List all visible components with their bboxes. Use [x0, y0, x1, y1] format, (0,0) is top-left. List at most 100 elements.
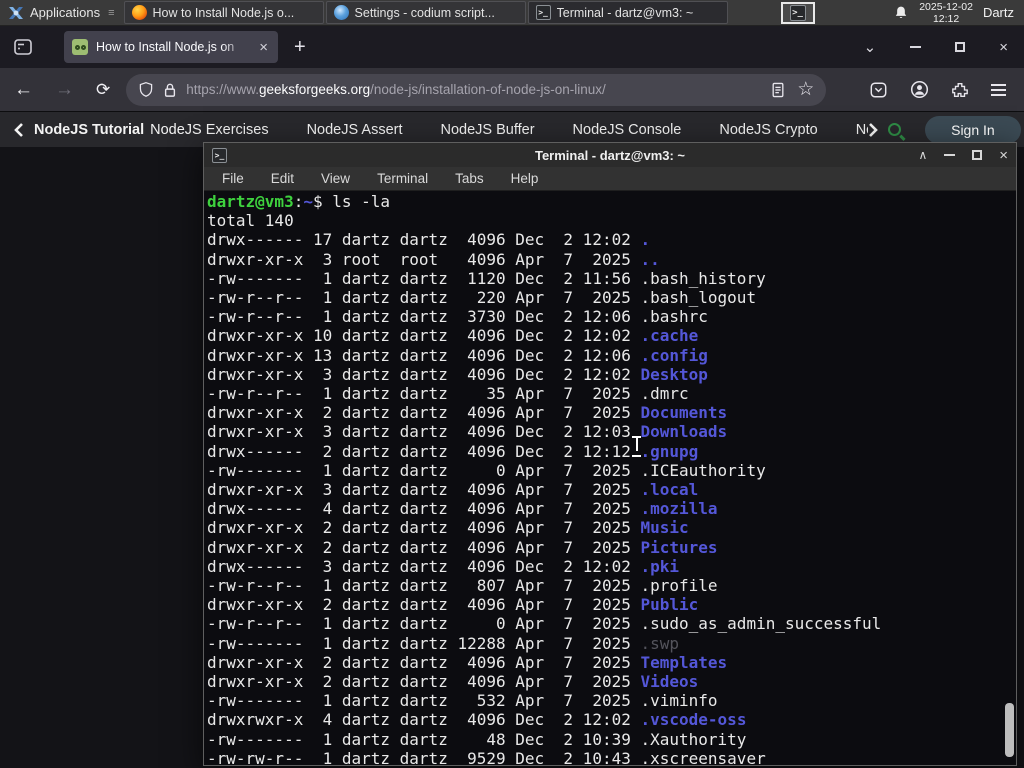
terminal-line: drwxr-xr-x 2 dartz dartz 4096 Apr 7 2025… [207, 652, 728, 672]
terminal-line: -rw-r--r-- 1 dartz dartz 0 Apr 7 2025 .s… [207, 614, 882, 634]
reader-mode-icon[interactable] [771, 82, 785, 98]
tab-close-button[interactable]: × [257, 39, 270, 56]
applications-menu-button[interactable]: Applications ≡ [0, 0, 123, 25]
nav-link[interactable]: NodeJS Assert [307, 122, 403, 138]
terminal-line: drwxr-xr-x 2 dartz dartz 4096 Apr 7 2025… [207, 518, 689, 538]
terminal-menu-item[interactable]: Tabs [455, 171, 484, 186]
terminal-scrollbar-thumb[interactable] [1005, 703, 1014, 757]
back-button[interactable]: ← [14, 79, 33, 101]
browser-nav-toolbar: ← → ⟳ https://www.geeksforgeeks.org/node… [0, 68, 1024, 112]
search-icon[interactable] [888, 123, 902, 136]
username-label: Dartz [982, 5, 1014, 20]
extensions-icon[interactable] [951, 81, 969, 99]
codium-icon [333, 5, 349, 20]
terminal-menu-item[interactable]: Edit [271, 171, 294, 186]
browser-tab-bar: How to Install Node.js on × + ⌄ × [0, 26, 1024, 68]
terminal-line: total 140 [207, 211, 294, 231]
user-menu[interactable]: Dartz [973, 0, 1024, 25]
nav-link[interactable]: NodeJS Buffer [441, 122, 535, 138]
taskbar-window-firefox[interactable]: How to Install Node.js o... [123, 1, 324, 24]
terminal-line: dartz@vm3:~$ ls -la [207, 192, 391, 211]
forward-button[interactable]: → [55, 79, 74, 101]
terminal-menu-item[interactable]: Terminal [377, 171, 428, 186]
terminal-line: drwx------ 17 dartz dartz 4096 Dec 2 12:… [207, 230, 651, 250]
terminal-line: drwxr-xr-x 3 dartz dartz 4096 Dec 2 12:0… [207, 364, 708, 384]
taskbar-window-terminal[interactable]: >_ Terminal - dartz@vm3: ~ [527, 1, 728, 24]
taskbar-window-codium[interactable]: Settings - codium script... [325, 1, 526, 24]
bell-icon [896, 6, 907, 18]
url-bar[interactable]: https://www.geeksforgeeks.org/node-js/in… [126, 73, 827, 106]
terminal-menu-item[interactable]: Help [511, 171, 539, 186]
taskbar-window-title: Terminal - dartz@vm3: ~ [556, 5, 694, 20]
terminal-menu-item[interactable]: View [321, 171, 350, 186]
terminal-line: -rw-r--r-- 1 dartz dartz 35 Apr 7 2025 .… [207, 384, 689, 404]
sign-in-button[interactable]: Sign In [925, 115, 1021, 144]
terminal-close-button[interactable]: × [999, 147, 1008, 164]
clock[interactable]: 2025-12-02 12:12 [919, 0, 973, 25]
terminal-line: -rw------- 1 dartz dartz 48 Dec 2 10:39 … [207, 729, 747, 749]
terminal-line: drwx------ 3 dartz dartz 4096 Dec 2 12:0… [207, 556, 680, 576]
terminal-titlebar[interactable]: >_ Terminal - dartz@vm3: ~ ∧ × [204, 143, 1016, 167]
terminal-output[interactable]: dartz@vm3:~$ ls -la total 140 drwx------ 1… [204, 191, 1016, 767]
terminal-line: -rw------- 1 dartz dartz 0 Apr 7 2025 .I… [207, 460, 766, 480]
notifications-button[interactable] [883, 0, 919, 25]
list-all-tabs-button[interactable]: ⌄ [864, 38, 877, 56]
nav-link[interactable]: NodeJS Console [573, 122, 682, 138]
nav-scroll-left-button[interactable] [14, 122, 24, 138]
taskbar-window-title: Settings - codium script... [354, 5, 495, 20]
url-scheme: https://www. [186, 82, 260, 97]
window-minimize-button[interactable] [910, 46, 922, 48]
terminal-line: drwxr-xr-x 10 dartz dartz 4096 Dec 2 12:… [207, 326, 699, 346]
terminal-menu-item[interactable]: File [222, 171, 244, 186]
account-icon[interactable] [910, 80, 929, 99]
applications-label: Applications [30, 5, 101, 20]
terminal-line: drwx------ 4 dartz dartz 4096 Apr 7 2025… [207, 499, 718, 519]
terminal-shade-button[interactable]: ∧ [918, 148, 927, 162]
firefox-view-button[interactable] [12, 37, 34, 57]
taskbar-window-title: How to Install Node.js o... [152, 5, 295, 20]
window-maximize-button[interactable] [955, 42, 966, 52]
nav-link[interactable]: NodeJS Crypto [719, 122, 817, 138]
terminal-minimize-button[interactable] [944, 154, 956, 156]
nav-link[interactable]: NodeJS Exercises [150, 122, 268, 138]
browser-tab[interactable]: How to Install Node.js on × [64, 31, 278, 63]
bookmark-star-icon[interactable]: ☆ [797, 78, 814, 101]
terminal-line: drwxr-xr-x 13 dartz dartz 4096 Dec 2 12:… [207, 345, 708, 365]
terminal-window: >_ Terminal - dartz@vm3: ~ ∧ × File Edit V… [203, 142, 1017, 767]
terminal-icon: >_ [535, 5, 551, 20]
nav-link-tutorial[interactable]: NodeJS Tutorial [34, 122, 144, 138]
terminal-line: drwxr-xr-x 2 dartz dartz 4096 Apr 7 2025… [207, 672, 699, 692]
terminal-line: drwx------ 2 dartz dartz 4096 Dec 2 12:1… [207, 441, 699, 461]
workspace-switcher[interactable]: >_ [780, 2, 815, 24]
terminal-line: drwxr-xr-x 2 dartz dartz 4096 Apr 7 2025… [207, 595, 699, 615]
nav-link[interactable]: NodeJS DNS [856, 122, 868, 138]
window-close-button[interactable]: × [999, 39, 1008, 56]
firefox-icon [131, 5, 147, 20]
terminal-line: -rw-r--r-- 1 dartz dartz 3730 Dec 2 12:0… [207, 307, 708, 327]
terminal-line: -rw-r--r-- 1 dartz dartz 220 Apr 7 2025 … [207, 288, 757, 308]
pocket-icon[interactable] [869, 81, 888, 99]
terminal-line: drwxr-xr-x 3 dartz dartz 4096 Apr 7 2025… [207, 480, 699, 500]
terminal-line: -rw------- 1 dartz dartz 12288 Apr 7 202… [207, 633, 680, 653]
distro-logo-icon [9, 6, 23, 19]
terminal-line: -rw------- 1 dartz dartz 1120 Dec 2 11:5… [207, 268, 766, 288]
terminal-maximize-button[interactable] [972, 150, 983, 160]
terminal-line: drwxr-xr-x 2 dartz dartz 4096 Apr 7 2025… [207, 403, 728, 423]
menu-button[interactable] [991, 83, 1006, 96]
reload-button[interactable]: ⟳ [96, 80, 110, 100]
terminal-line: -rw-r--r-- 1 dartz dartz 807 Apr 7 2025 … [207, 576, 718, 596]
terminal-line: drwxr-xr-x 3 root root 4096 Apr 7 2025 .… [207, 249, 660, 269]
clock-date: 2025-12-02 [919, 0, 973, 13]
menu-grip-icon: ≡ [108, 6, 115, 19]
url-text: https://www.geeksforgeeks.org/node-js/in… [186, 82, 762, 97]
terminal-menubar: File Edit View Terminal Tabs Help [204, 167, 1016, 191]
shield-icon [140, 82, 153, 97]
terminal-line: -rw-rw-r-- 1 dartz dartz 9529 Dec 2 10:4… [207, 748, 766, 767]
nav-links: NodeJS Exercises NodeJS Assert NodeJS Buff… [150, 122, 868, 138]
terminal-icon: >_ [789, 5, 806, 21]
url-path: /node-js/installation-of-node-js-on-linu… [370, 82, 606, 97]
nav-scroll-right-button[interactable] [868, 122, 878, 138]
new-tab-button[interactable]: + [294, 36, 306, 59]
lock-icon [165, 83, 176, 97]
tab-title: How to Install Node.js on [96, 40, 235, 54]
